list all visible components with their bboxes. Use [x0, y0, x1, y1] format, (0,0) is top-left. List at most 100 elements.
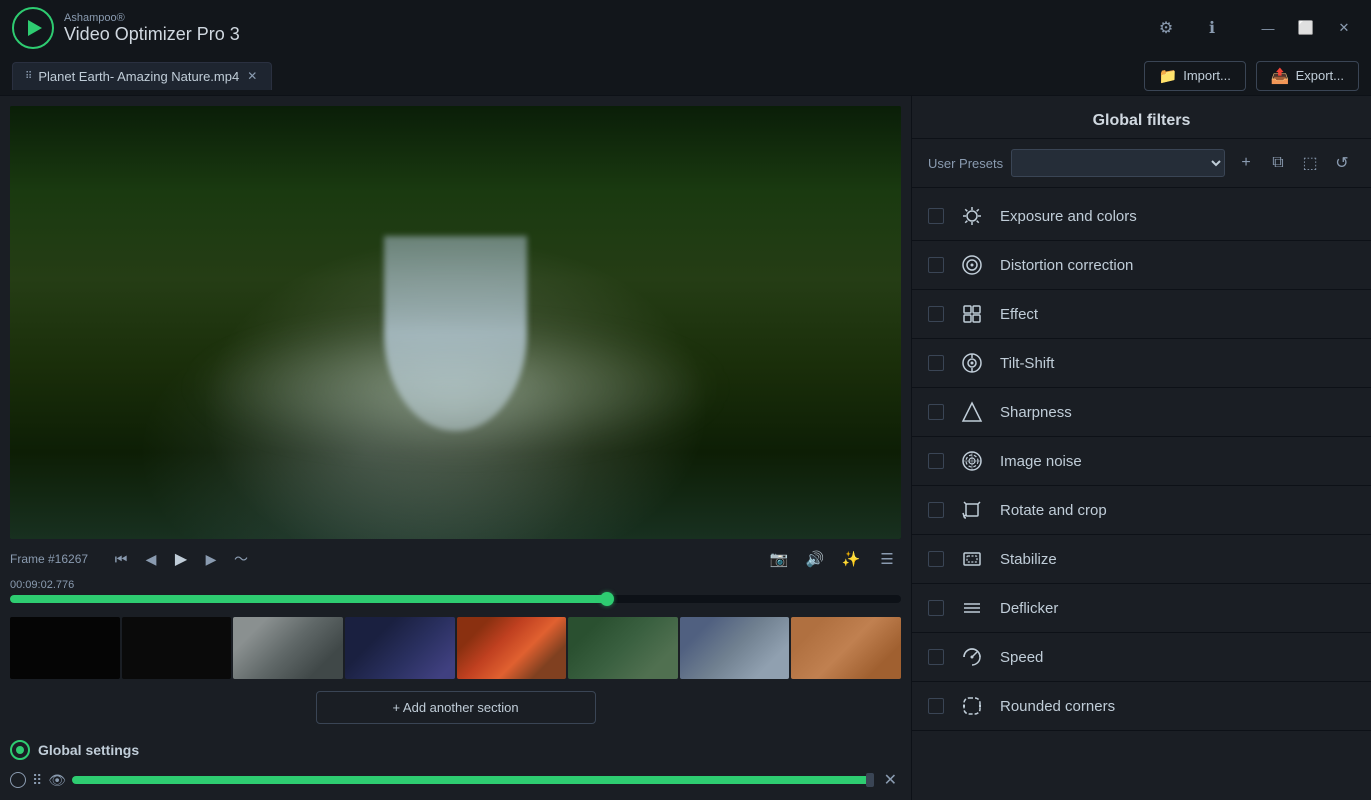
filter-item-stabilize[interactable]: Stabilize [912, 535, 1371, 584]
video-scene [10, 106, 901, 539]
filter-icon-distortion [958, 251, 986, 279]
thumbnail-5[interactable] [457, 617, 567, 679]
filter-label-exposure: Exposure and colors [1000, 208, 1137, 225]
presets-row: User Presets + ⧉ ⬚ ↺ [912, 139, 1371, 188]
window-controls: — ⬜ ✕ [1253, 13, 1359, 43]
info-icon[interactable]: ℹ [1197, 13, 1227, 43]
main-content: Frame #16267 ⏮ ◀ ▶ ▶ 〜 📷 🔊 ✨ ☰ 00:09:02.… [0, 96, 1371, 800]
import-icon: 📁 [1159, 67, 1178, 85]
tab-drag-handle: ⠿ [25, 71, 32, 82]
filters-list: Exposure and colors Distortion correctio… [912, 188, 1371, 800]
filter-checkbox-distortion[interactable] [928, 257, 944, 273]
titlebar: Ashampoo® Video Optimizer Pro 3 ⚙ ℹ — ⬜ … [0, 0, 1371, 56]
import-label: Import... [1183, 68, 1231, 83]
filter-item-rotatecrop[interactable]: Rotate and crop [912, 486, 1371, 535]
filter-item-speed[interactable]: Speed [912, 633, 1371, 682]
filter-item-sharpness[interactable]: Sharpness [912, 388, 1371, 437]
filter-icon-stabilize [958, 545, 986, 573]
filter-checkbox-speed[interactable] [928, 649, 944, 665]
timeline-progress [10, 595, 607, 603]
minimize-button[interactable]: — [1253, 13, 1283, 43]
sliders-icon[interactable]: ☰ [873, 545, 901, 573]
filter-item-tiltshift[interactable]: Tilt-Shift [912, 339, 1371, 388]
filter-checkbox-exposure[interactable] [928, 208, 944, 224]
frame-bar: Frame #16267 ⏮ ◀ ▶ ▶ 〜 📷 🔊 ✨ ☰ [0, 539, 911, 579]
timeline-thumb[interactable] [600, 592, 614, 606]
close-button[interactable]: ✕ [1329, 13, 1359, 43]
filter-item-effect[interactable]: Effect [912, 290, 1371, 339]
import-button[interactable]: 📁 Import... [1144, 61, 1246, 91]
presets-reset-button[interactable]: ↺ [1329, 150, 1355, 176]
add-section-button[interactable]: + Add another section [316, 691, 596, 724]
filter-label-stabilize: Stabilize [1000, 551, 1057, 568]
settings-track-row: ⠿ 👁 ✕ [0, 764, 911, 800]
app-logo [12, 7, 54, 49]
presets-add-button[interactable]: + [1233, 150, 1259, 176]
global-settings-icon [10, 740, 30, 760]
frame-number: Frame #16267 [10, 552, 100, 566]
thumbnail-7[interactable] [680, 617, 790, 679]
thumbnail-6[interactable] [568, 617, 678, 679]
track-drag-handle[interactable]: ⠿ [32, 772, 42, 789]
thumbnail-8[interactable] [791, 617, 901, 679]
thumbnails-row [0, 617, 911, 679]
filter-icon-imagenoise [958, 447, 986, 475]
track-visibility-icon[interactable]: 👁 [48, 772, 66, 789]
tabbar: ⠿ Planet Earth- Amazing Nature.mp4 ✕ 📁 I… [0, 56, 1371, 96]
filter-checkbox-effect[interactable] [928, 306, 944, 322]
filter-item-deflicker[interactable]: Deflicker [912, 584, 1371, 633]
right-panel: Global filters User Presets + ⧉ ⬚ ↺ Expo… [911, 96, 1371, 800]
play-button[interactable]: ▶ [168, 546, 194, 572]
maximize-button[interactable]: ⬜ [1291, 13, 1321, 43]
filter-icon-effect [958, 300, 986, 328]
timeline-track[interactable] [10, 595, 901, 603]
titlebar-controls: ⚙ ℹ — ⬜ ✕ [1151, 13, 1359, 43]
track-circle[interactable] [10, 772, 26, 788]
thumbnail-3[interactable] [233, 617, 343, 679]
filter-item-exposure[interactable]: Exposure and colors [912, 192, 1371, 241]
thumbnail-1[interactable] [10, 617, 120, 679]
filter-checkbox-stabilize[interactable] [928, 551, 944, 567]
filter-icon-speed [958, 643, 986, 671]
tab-label: Planet Earth- Amazing Nature.mp4 [38, 69, 239, 84]
presets-select[interactable] [1011, 149, 1225, 177]
filter-checkbox-deflicker[interactable] [928, 600, 944, 616]
track-end-handle[interactable] [866, 773, 874, 787]
volume-icon[interactable]: 🔊 [801, 545, 829, 573]
presets-save-button[interactable]: ⬚ [1297, 150, 1323, 176]
video-preview [10, 106, 901, 539]
tab-planet-earth[interactable]: ⠿ Planet Earth- Amazing Nature.mp4 ✕ [12, 62, 272, 90]
settings-track-bar[interactable] [72, 776, 874, 784]
filter-item-distortion[interactable]: Distortion correction [912, 241, 1371, 290]
camera-icon[interactable]: 📷 [765, 545, 793, 573]
presets-copy-button[interactable]: ⧉ [1265, 150, 1291, 176]
step-back-icon[interactable]: ◀ [138, 546, 164, 572]
filter-checkbox-roundedcorners[interactable] [928, 698, 944, 714]
track-delete-icon[interactable]: ✕ [880, 768, 901, 792]
filter-item-imagenoise[interactable]: Image noise [912, 437, 1371, 486]
filter-checkbox-sharpness[interactable] [928, 404, 944, 420]
settings-icon[interactable]: ⚙ [1151, 13, 1181, 43]
wave-icon[interactable]: 〜 [228, 546, 254, 572]
step-fwd-icon[interactable]: ▶ [198, 546, 224, 572]
filter-icon-deflicker [958, 594, 986, 622]
brand-label: Ashampoo® [64, 12, 240, 24]
filter-label-effect: Effect [1000, 306, 1038, 323]
filter-checkbox-imagenoise[interactable] [928, 453, 944, 469]
filter-icon-sharpness [958, 398, 986, 426]
export-icon: 📤 [1271, 67, 1290, 85]
filter-checkbox-rotatecrop[interactable] [928, 502, 944, 518]
export-button[interactable]: 📤 Export... [1256, 61, 1359, 91]
filter-icon-rotatecrop [958, 496, 986, 524]
filter-checkbox-tiltshift[interactable] [928, 355, 944, 371]
presets-label: User Presets [928, 156, 1003, 171]
play-icon [28, 20, 42, 36]
wand-icon[interactable]: ✨ [837, 545, 865, 573]
thumbnail-4[interactable] [345, 617, 455, 679]
panel-title: Global filters [912, 96, 1371, 139]
tab-close-icon[interactable]: ✕ [245, 69, 259, 83]
thumbnail-2[interactable] [122, 617, 232, 679]
trim-start-icon[interactable]: ⏮ [108, 546, 134, 572]
filter-item-roundedcorners[interactable]: Rounded corners [912, 682, 1371, 731]
filter-label-roundedcorners: Rounded corners [1000, 698, 1115, 715]
